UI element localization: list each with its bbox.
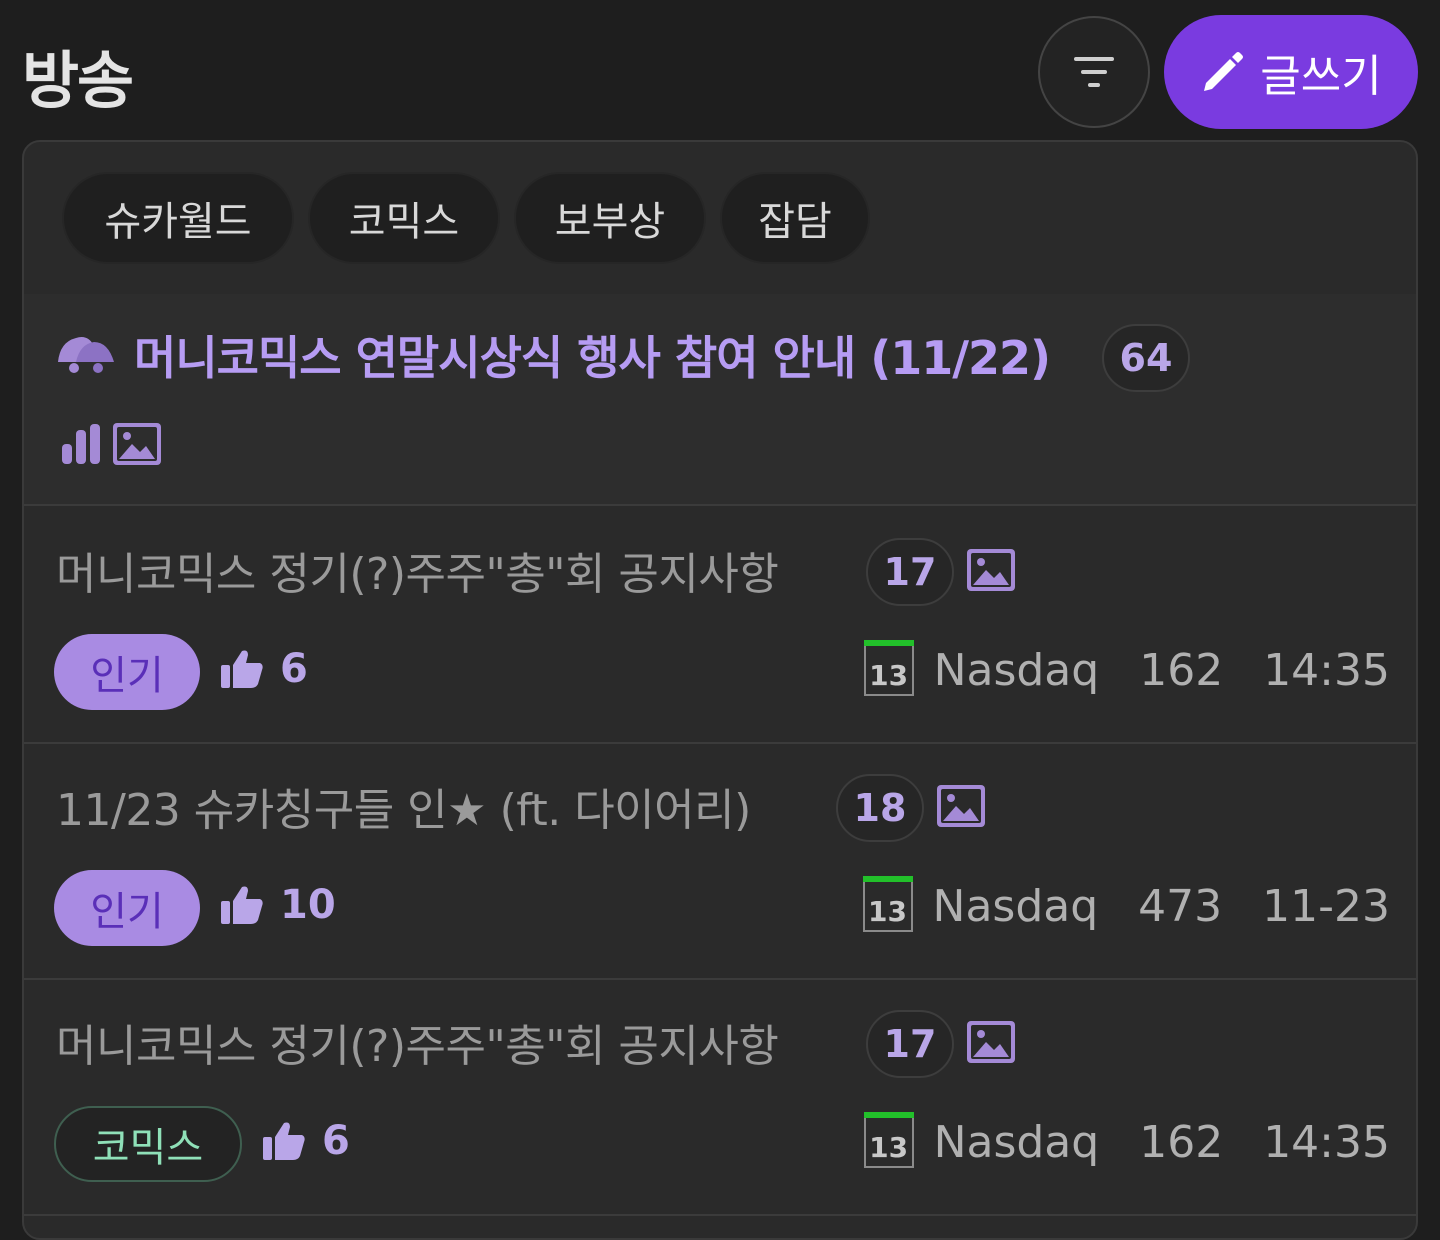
post-row[interactable]: 머니코믹스 정기(?)주주"총"회 공지사항 17 코믹스 6 13 Nasda… xyxy=(24,980,1416,1216)
notice-attachment-icons xyxy=(60,422,162,466)
post-time: 14:35 xyxy=(1263,1116,1390,1168)
comment-count-badge: 17 xyxy=(866,1010,954,1078)
author-name[interactable]: Nasdaq xyxy=(933,881,1099,932)
image-icon xyxy=(113,423,161,465)
like-count-value: 10 xyxy=(280,882,336,928)
post-row[interactable]: 머니코믹스 정기(?)주주"총"회 공지사항 17 인기 6 13 Nasdaq… xyxy=(24,508,1416,744)
thumbs-up-icon xyxy=(263,1122,305,1160)
comics-tag[interactable]: 코믹스 xyxy=(54,1106,242,1182)
author-name[interactable]: Nasdaq xyxy=(934,645,1100,696)
page-header: 방송 글쓰기 xyxy=(0,0,1440,140)
like-count: 10 xyxy=(220,882,336,928)
write-button-label: 글쓰기 xyxy=(1260,51,1382,102)
popular-tag[interactable]: 인기 xyxy=(54,634,200,710)
popular-tag[interactable]: 인기 xyxy=(54,870,200,946)
author-name[interactable]: Nasdaq xyxy=(934,1117,1100,1168)
notice-title: 머니코믹스 연말시상식 행사 참여 안내 (11/22) xyxy=(134,331,1051,385)
post-row[interactable]: 11/23 슈카칭구들 인★ (ft. 다이어리) 18 인기 10 13 Na… xyxy=(24,744,1416,980)
comment-count-badge: 17 xyxy=(866,538,954,606)
board-panel: 슈카월드 코믹스 보부상 잡담 머니코믹스 연말시상식 행사 참여 안내 (11… xyxy=(22,140,1418,1240)
comment-count-badge: 18 xyxy=(836,774,924,842)
like-count: 6 xyxy=(220,646,308,692)
post-title: 11/23 슈카칭구들 인★ (ft. 다이어리) xyxy=(56,785,751,836)
pencil-icon xyxy=(1204,52,1244,91)
poll-icon xyxy=(62,424,100,464)
like-count-value: 6 xyxy=(322,1118,350,1164)
user-level-badge: 13 xyxy=(862,876,913,932)
megaphone-icon xyxy=(58,337,114,373)
view-count: 473 xyxy=(1138,880,1223,932)
category-chips: 슈카월드 코믹스 보부상 잡담 xyxy=(62,172,870,264)
post-title: 머니코믹스 정기(?)주주"총"회 공지사항 xyxy=(56,549,779,600)
post-time: 14:35 xyxy=(1263,644,1390,696)
write-button[interactable]: 글쓰기 xyxy=(1164,15,1418,129)
post-meta: 13 Nasdaq 162 14:35 xyxy=(863,1112,1390,1168)
thumbs-up-icon xyxy=(221,886,263,924)
image-icon xyxy=(937,785,985,827)
comment-count-badge: 64 xyxy=(1102,324,1190,392)
notice-row[interactable]: 머니코믹스 연말시상식 행사 참여 안내 (11/22) 64 xyxy=(24,294,1416,506)
filter-icon xyxy=(1074,57,1114,87)
category-chip-bobusang[interactable]: 보부상 xyxy=(514,172,706,264)
category-chip-chat[interactable]: 잡담 xyxy=(720,172,870,264)
image-icon xyxy=(967,1021,1015,1063)
filter-button[interactable] xyxy=(1038,16,1150,128)
category-chip-comics[interactable]: 코믹스 xyxy=(308,172,500,264)
post-title: 머니코믹스 정기(?)주주"총"회 공지사항 xyxy=(56,1021,779,1072)
page-title: 방송 xyxy=(22,44,134,117)
like-count: 6 xyxy=(262,1118,350,1164)
post-meta: 13 Nasdaq 162 14:35 xyxy=(863,640,1390,696)
post-meta: 13 Nasdaq 473 11-23 xyxy=(862,876,1390,932)
user-level-badge: 13 xyxy=(863,1112,914,1168)
like-count-value: 6 xyxy=(280,646,308,692)
category-chip-shukaworld[interactable]: 슈카월드 xyxy=(62,172,294,264)
thumbs-up-icon xyxy=(221,650,263,688)
view-count: 162 xyxy=(1139,1116,1224,1168)
view-count: 162 xyxy=(1139,644,1224,696)
user-level-badge: 13 xyxy=(863,640,914,696)
image-icon xyxy=(967,549,1015,591)
post-time: 11-23 xyxy=(1262,880,1390,932)
